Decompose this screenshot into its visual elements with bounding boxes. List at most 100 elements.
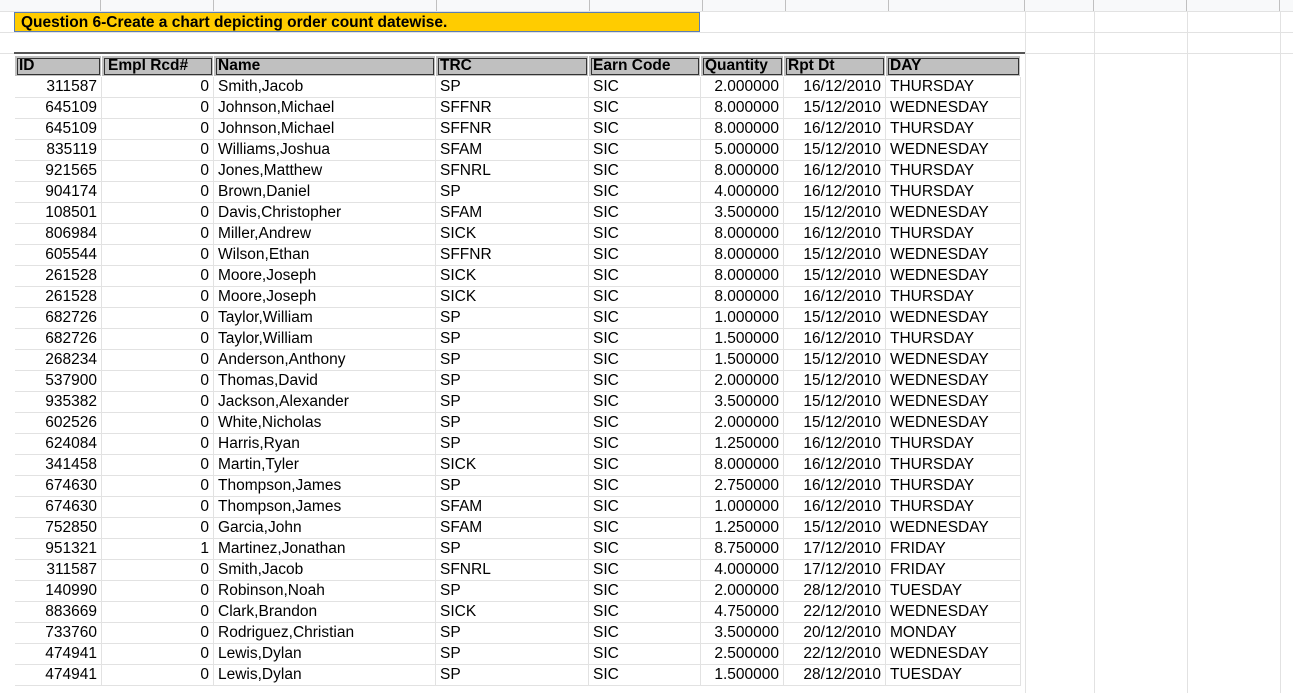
cell-trc[interactable]: SICK: [435, 223, 589, 245]
cell-name[interactable]: Davis,Christopher: [213, 202, 436, 224]
cell-trc[interactable]: SP: [435, 391, 589, 413]
cell-rpt-dt[interactable]: 16/12/2010: [783, 160, 886, 182]
cell-day[interactable]: MONDAY: [885, 622, 1021, 644]
cell-day[interactable]: THURSDAY: [885, 454, 1021, 476]
cell-earn-code[interactable]: SIC: [588, 496, 701, 518]
cell-trc[interactable]: SP: [435, 307, 589, 329]
cell-id[interactable]: 268234: [14, 349, 102, 371]
cell-trc[interactable]: SICK: [435, 454, 589, 476]
cell-name[interactable]: Thompson,James: [213, 475, 436, 497]
cell-quantity[interactable]: 3.500000: [700, 202, 784, 224]
cell-earn-code[interactable]: SIC: [588, 370, 701, 392]
cell-empl-rcd[interactable]: 0: [101, 223, 214, 245]
cell-rpt-dt[interactable]: 16/12/2010: [783, 76, 886, 98]
cell-quantity[interactable]: 2.000000: [700, 76, 784, 98]
cell-rpt-dt[interactable]: 17/12/2010: [783, 538, 886, 560]
cell-day[interactable]: FRIDAY: [885, 538, 1021, 560]
cell-earn-code[interactable]: SIC: [588, 433, 701, 455]
cell-rpt-dt[interactable]: 15/12/2010: [783, 412, 886, 434]
cell-day[interactable]: THURSDAY: [885, 328, 1021, 350]
cell-earn-code[interactable]: SIC: [588, 601, 701, 623]
cell-name[interactable]: Lewis,Dylan: [213, 643, 436, 665]
cell-name[interactable]: Smith,Jacob: [213, 76, 436, 98]
cell-earn-code[interactable]: SIC: [588, 181, 701, 203]
cell-earn-code[interactable]: SIC: [588, 244, 701, 266]
cell-earn-code[interactable]: SIC: [588, 76, 701, 98]
cell-id[interactable]: 108501: [14, 202, 102, 224]
cell-rpt-dt[interactable]: 16/12/2010: [783, 286, 886, 308]
cell-trc[interactable]: SP: [435, 349, 589, 371]
cell-rpt-dt[interactable]: 15/12/2010: [783, 139, 886, 161]
cell-trc[interactable]: SFAM: [435, 139, 589, 161]
cell-trc[interactable]: SP: [435, 643, 589, 665]
cell-earn-code[interactable]: SIC: [588, 538, 701, 560]
cell-earn-code[interactable]: SIC: [588, 559, 701, 581]
cell-earn-code[interactable]: SIC: [588, 391, 701, 413]
cell-day[interactable]: THURSDAY: [885, 76, 1021, 98]
cell-quantity[interactable]: 1.250000: [700, 433, 784, 455]
cell-empl-rcd[interactable]: 0: [101, 181, 214, 203]
cell-empl-rcd[interactable]: 0: [101, 160, 214, 182]
cell-day[interactable]: THURSDAY: [885, 223, 1021, 245]
cell-quantity[interactable]: 8.000000: [700, 160, 784, 182]
cell-quantity[interactable]: 1.250000: [700, 517, 784, 539]
cell-name[interactable]: Brown,Daniel: [213, 181, 436, 203]
cell-quantity[interactable]: 1.000000: [700, 307, 784, 329]
cell-earn-code[interactable]: SIC: [588, 664, 701, 686]
cell-day[interactable]: WEDNESDAY: [885, 307, 1021, 329]
cell-earn-code[interactable]: SIC: [588, 328, 701, 350]
cell-empl-rcd[interactable]: 0: [101, 97, 214, 119]
cell-quantity[interactable]: 8.000000: [700, 244, 784, 266]
cell-id[interactable]: 951321: [14, 538, 102, 560]
cell-quantity[interactable]: 8.000000: [700, 454, 784, 476]
cell-trc[interactable]: SP: [435, 370, 589, 392]
cell-rpt-dt[interactable]: 15/12/2010: [783, 370, 886, 392]
cell-day[interactable]: WEDNESDAY: [885, 265, 1021, 287]
cell-day[interactable]: WEDNESDAY: [885, 202, 1021, 224]
cell-rpt-dt[interactable]: 15/12/2010: [783, 517, 886, 539]
cell-day[interactable]: THURSDAY: [885, 433, 1021, 455]
cell-day[interactable]: WEDNESDAY: [885, 97, 1021, 119]
cell-rpt-dt[interactable]: 16/12/2010: [783, 475, 886, 497]
cell-rpt-dt[interactable]: 15/12/2010: [783, 265, 886, 287]
cell-trc[interactable]: SFFNR: [435, 118, 589, 140]
column-header-empl-rcd[interactable]: Empl Rcd#: [101, 55, 214, 77]
cell-rpt-dt[interactable]: 15/12/2010: [783, 349, 886, 371]
cell-id[interactable]: 645109: [14, 118, 102, 140]
cell-earn-code[interactable]: SIC: [588, 454, 701, 476]
cell-id[interactable]: 733760: [14, 622, 102, 644]
cell-quantity[interactable]: 2.750000: [700, 475, 784, 497]
cell-name[interactable]: Smith,Jacob: [213, 559, 436, 581]
cell-rpt-dt[interactable]: 22/12/2010: [783, 601, 886, 623]
cell-earn-code[interactable]: SIC: [588, 160, 701, 182]
cell-quantity[interactable]: 8.000000: [700, 118, 784, 140]
cell-id[interactable]: 883669: [14, 601, 102, 623]
cell-empl-rcd[interactable]: 0: [101, 391, 214, 413]
cell-id[interactable]: 537900: [14, 370, 102, 392]
cell-name[interactable]: Anderson,Anthony: [213, 349, 436, 371]
cell-trc[interactable]: SP: [435, 76, 589, 98]
cell-rpt-dt[interactable]: 17/12/2010: [783, 559, 886, 581]
cell-day[interactable]: WEDNESDAY: [885, 517, 1021, 539]
cell-earn-code[interactable]: SIC: [588, 139, 701, 161]
cell-day[interactable]: THURSDAY: [885, 181, 1021, 203]
cell-rpt-dt[interactable]: 28/12/2010: [783, 664, 886, 686]
cell-quantity[interactable]: 1.500000: [700, 349, 784, 371]
cell-empl-rcd[interactable]: 0: [101, 244, 214, 266]
cell-quantity[interactable]: 3.500000: [700, 622, 784, 644]
cell-earn-code[interactable]: SIC: [588, 202, 701, 224]
cell-trc[interactable]: SICK: [435, 286, 589, 308]
cell-name[interactable]: Johnson,Michael: [213, 97, 436, 119]
cell-trc[interactable]: SFFNR: [435, 244, 589, 266]
cell-empl-rcd[interactable]: 0: [101, 265, 214, 287]
cell-name[interactable]: Martinez,Jonathan: [213, 538, 436, 560]
cell-empl-rcd[interactable]: 0: [101, 412, 214, 434]
cell-name[interactable]: Taylor,William: [213, 328, 436, 350]
cell-earn-code[interactable]: SIC: [588, 580, 701, 602]
cell-earn-code[interactable]: SIC: [588, 286, 701, 308]
cell-earn-code[interactable]: SIC: [588, 118, 701, 140]
cell-day[interactable]: THURSDAY: [885, 496, 1021, 518]
cell-name[interactable]: Taylor,William: [213, 307, 436, 329]
cell-empl-rcd[interactable]: 0: [101, 76, 214, 98]
cell-quantity[interactable]: 8.000000: [700, 286, 784, 308]
